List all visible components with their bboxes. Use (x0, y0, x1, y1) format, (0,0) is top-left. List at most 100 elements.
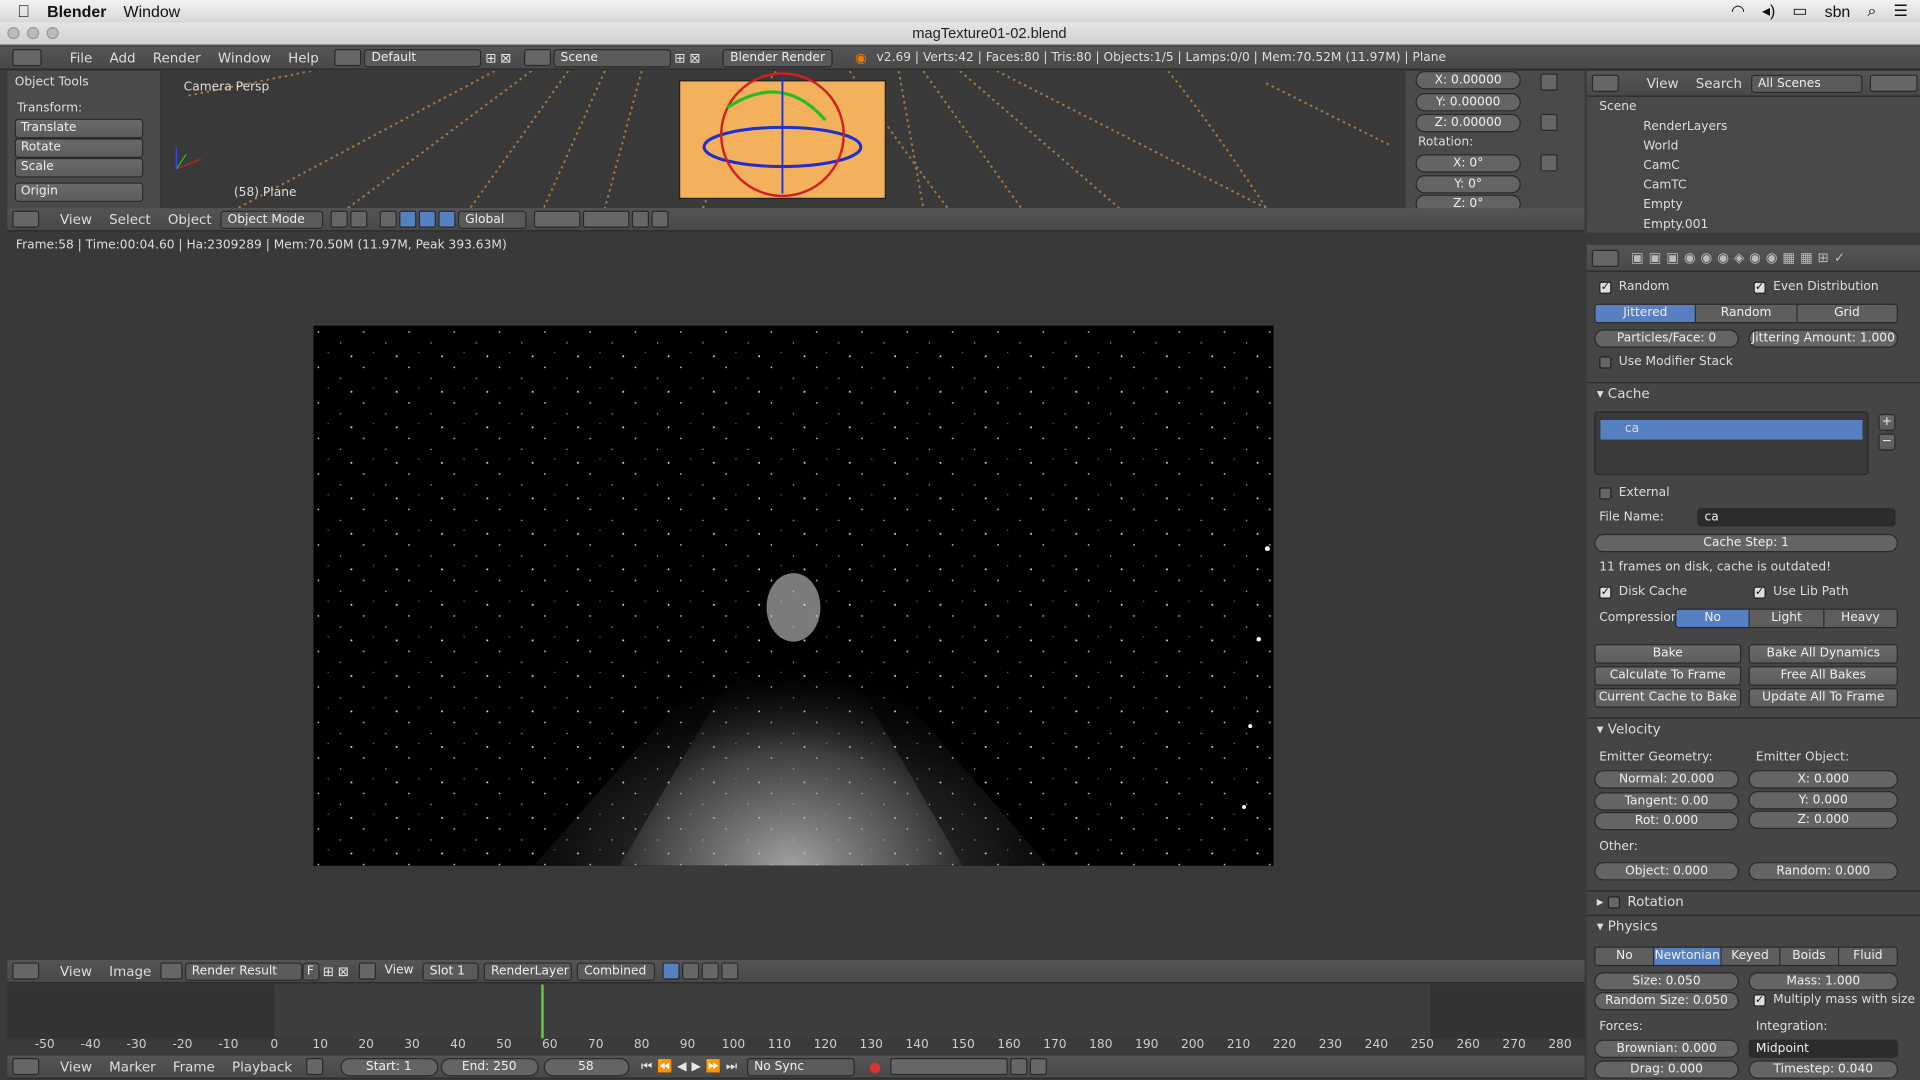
scale-button[interactable]: Scale (14, 157, 144, 178)
layers-icon[interactable] (533, 210, 581, 228)
menu-playback[interactable]: Playback (232, 1059, 292, 1075)
manipulator-icon[interactable] (379, 210, 397, 228)
editor-type-icon[interactable] (12, 48, 42, 67)
physics-fluid[interactable]: Fluid (1839, 947, 1897, 965)
bake-all-dynamics-button[interactable]: Bake All Dynamics (1748, 644, 1898, 664)
size-field[interactable]: Size: 0.050 (1594, 972, 1739, 991)
render-icon[interactable] (651, 210, 669, 228)
jittering-amount-field[interactable]: Jittering Amount: 1.000 (1748, 329, 1898, 348)
compression-light[interactable]: Light (1750, 609, 1825, 627)
slot-selector[interactable]: Slot 1 (422, 961, 479, 981)
jump-end-icon[interactable]: ⏭ (726, 1060, 737, 1073)
velocity-panel-header[interactable]: ▾ Velocity (1586, 717, 1920, 740)
apple-icon[interactable]:  (17, 1, 30, 21)
random-checkbox[interactable]: ✓ Random (1599, 280, 1669, 294)
brownian-field[interactable]: Brownian: 0.000 (1594, 1039, 1739, 1058)
search-icon[interactable] (1869, 74, 1918, 92)
layers-icon[interactable] (582, 210, 630, 228)
lock-icon[interactable] (1540, 113, 1558, 132)
dist-grid[interactable]: Grid (1797, 304, 1897, 323)
add-layout-icon[interactable]: ⊞ (485, 50, 496, 66)
battery-icon[interactable]: ▭ (1792, 1, 1807, 21)
physics-keyed[interactable]: Keyed (1721, 947, 1781, 965)
spotlight-icon[interactable]: ⌕ (1867, 1, 1876, 21)
remove-layout-icon[interactable]: ⊠ (500, 50, 511, 66)
orientation-selector[interactable]: Global (457, 210, 527, 229)
cache-panel-header[interactable]: ▾ Cache (1586, 382, 1920, 404)
physics-panel-header[interactable]: ▾ Physics (1586, 914, 1920, 937)
menu-view[interactable]: View (60, 963, 92, 979)
menu-add[interactable]: Add (109, 50, 135, 66)
multiply-mass-checkbox[interactable]: ✓ Multiply mass with size (1753, 993, 1915, 1007)
display-mode-selector[interactable]: All Scenes (1750, 74, 1862, 93)
distribution-selector[interactable]: Jittered Random Grid (1594, 303, 1898, 324)
integration-selector[interactable]: Midpoint (1748, 1039, 1898, 1058)
location-y-field[interactable]: Y: 0.00000 (1415, 93, 1521, 112)
pivot-icon[interactable] (350, 210, 368, 228)
velocity-y-field[interactable]: Y: 0.000 (1748, 791, 1898, 810)
object-velocity-field[interactable]: Object: 0.000 (1594, 862, 1739, 881)
free-all-bakes-button[interactable]: Free All Bakes (1748, 666, 1898, 686)
tangent-field[interactable]: Tangent: 0.00 (1594, 792, 1739, 811)
velocity-z-field[interactable]: Z: 0.000 (1748, 810, 1898, 829)
jump-keyframe-forward-icon[interactable]: ⏩ (706, 1060, 721, 1073)
timestep-field[interactable]: Timestep: 0.040 (1748, 1060, 1898, 1079)
even-distribution-checkbox[interactable]: ✓ Even Distribution (1753, 280, 1879, 294)
image-name-field[interactable]: Render Result (184, 961, 302, 981)
compression-no[interactable]: No (1676, 609, 1751, 627)
velocity-x-field[interactable]: X: 0.000 (1748, 770, 1898, 789)
menu-render[interactable]: Render (153, 50, 201, 66)
drag-field[interactable]: Drag: 0.000 (1594, 1060, 1739, 1079)
origin-button[interactable]: Origin (14, 182, 144, 203)
menu-search[interactable]: Search (1696, 75, 1742, 91)
menu-marker[interactable]: Marker (109, 1059, 156, 1075)
app-menu[interactable]: Blender (47, 2, 106, 20)
layout-selector[interactable]: Default (364, 48, 482, 67)
view-menu[interactable]: View (378, 962, 415, 980)
menu-select[interactable]: Select (109, 211, 151, 227)
cache-list-item[interactable]: ca (1600, 420, 1863, 440)
physics-newtonian[interactable]: Newtonian (1654, 947, 1722, 965)
bake-button[interactable]: Bake (1594, 644, 1742, 664)
rotation-x-field[interactable]: X: 0° (1415, 154, 1521, 173)
remove-cache-button[interactable]: − (1878, 433, 1896, 451)
render-engine-selector[interactable]: Blender Render (722, 48, 833, 67)
close-window-button[interactable] (7, 26, 20, 40)
editor-type-icon[interactable] (12, 210, 40, 228)
add-cache-button[interactable]: + (1878, 413, 1896, 432)
lock-icon[interactable] (1540, 154, 1558, 172)
tools-title[interactable]: Object Tools (7, 71, 160, 94)
menu-window[interactable]: Window (218, 50, 271, 66)
remove-scene-icon[interactable]: ⊠ (689, 50, 700, 66)
mass-field[interactable]: Mass: 1.000 (1748, 972, 1898, 991)
alpha-icon[interactable] (682, 962, 700, 980)
compression-selector[interactable]: No Light Heavy (1675, 608, 1898, 629)
rotate-button[interactable]: Rotate (14, 138, 144, 158)
timeline[interactable]: -50 -40 -30 -20 -10 0 10 20 30 40 50 60 70 80 90 100 110… (7, 984, 1585, 1054)
zoom-window-button[interactable] (46, 26, 59, 40)
view-icon[interactable] (358, 962, 376, 980)
outliner-item-camc[interactable]: CamC (1599, 159, 1920, 179)
shading-icon[interactable] (330, 210, 348, 228)
wifi-icon[interactable]: ◠ (1731, 1, 1745, 21)
end-frame-field[interactable]: End: 250 (440, 1057, 539, 1076)
location-z-field[interactable]: Z: 0.00000 (1415, 113, 1521, 133)
menu-file[interactable]: File (70, 50, 93, 66)
keying-set-field[interactable] (890, 1057, 1009, 1076)
outliner-item-renderlayers[interactable]: RenderLayers (1599, 120, 1920, 140)
insert-keyframe-icon[interactable] (1010, 1057, 1028, 1076)
z-buffer-icon[interactable] (701, 962, 719, 980)
context-tabs-icon[interactable]: ▣▣▣◉◉◉◈◉◉▦▦⊞✓ (1631, 250, 1850, 266)
calculate-to-frame-button[interactable]: Calculate To Frame (1594, 666, 1742, 686)
compression-heavy[interactable]: Heavy (1824, 609, 1897, 627)
layout-icon[interactable] (334, 48, 362, 67)
particles-per-face-field[interactable]: Particles/Face: 0 (1594, 329, 1739, 348)
rotation-panel-header[interactable]: ▸ Rotation (1586, 890, 1920, 912)
image-editor[interactable]: Frame:58 | Time:00:04.60 | Ha:2309289 | … (0, 232, 1585, 961)
remove-image-icon[interactable]: ⊠ (338, 963, 349, 979)
snap-icon[interactable] (631, 210, 649, 228)
scene-icon[interactable] (523, 48, 551, 67)
menu-view[interactable]: View (60, 211, 92, 227)
range-icon[interactable] (305, 1057, 323, 1076)
display-channels-icon[interactable] (662, 962, 680, 980)
